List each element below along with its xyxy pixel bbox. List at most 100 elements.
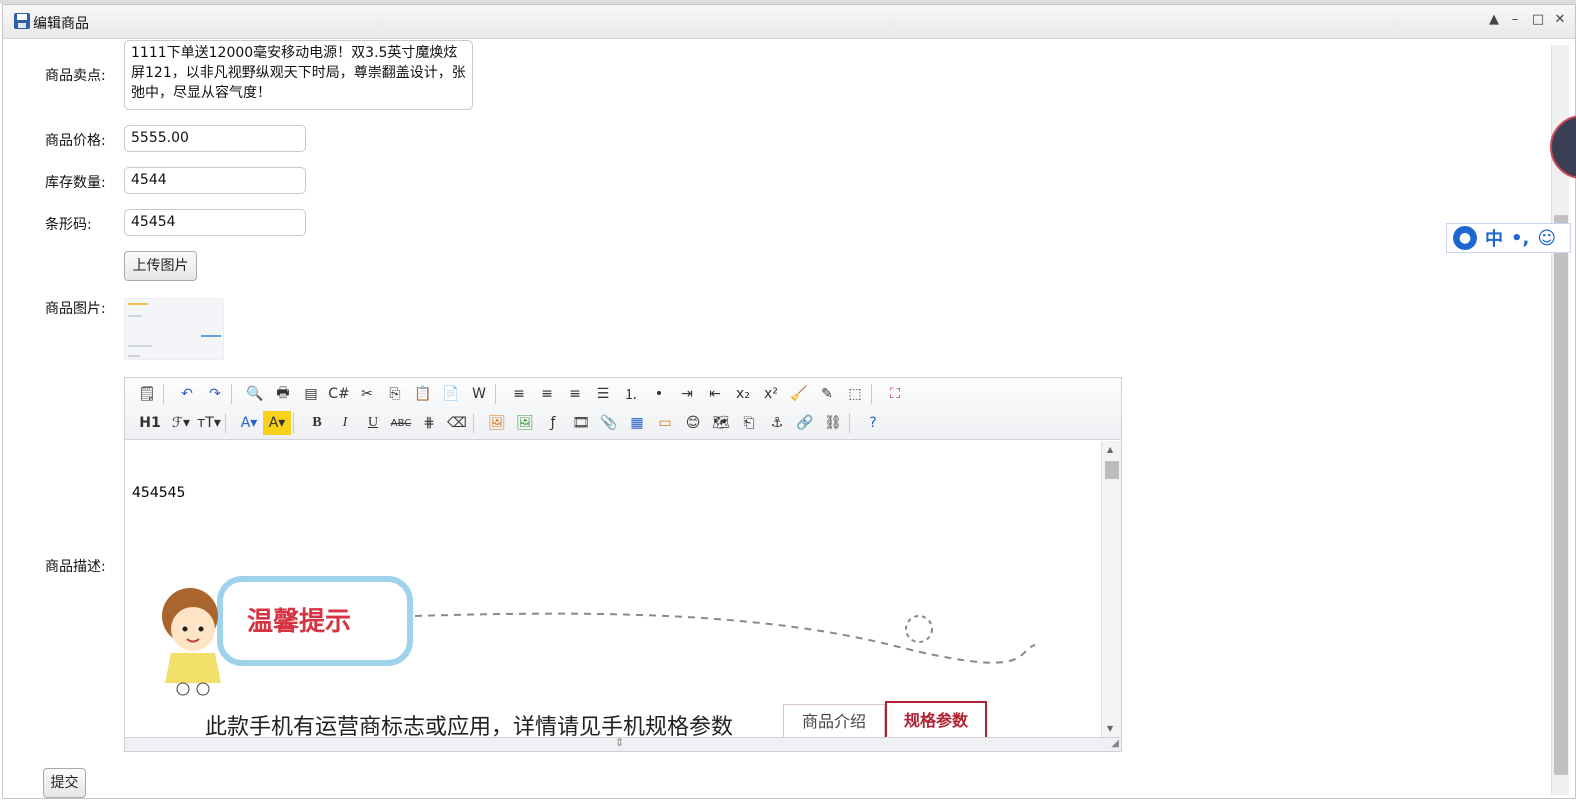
cut-icon[interactable]: ✂ xyxy=(353,382,381,406)
copy-icon[interactable]: ⎘ xyxy=(381,382,409,406)
select-all-icon[interactable]: ⬚ xyxy=(841,382,869,406)
collapse-button[interactable]: ▲ xyxy=(1485,11,1503,29)
attachment-icon[interactable]: 📎 xyxy=(595,411,623,435)
tip-text: 此款手机有运营商标志或应用，详情请见手机规格参数 xyxy=(205,715,734,737)
product-image-label: 商品图片: xyxy=(45,301,106,317)
line-height-icon[interactable]: ⋕ xyxy=(415,411,443,435)
maximize-button[interactable]: □ xyxy=(1529,11,1547,29)
unlink-icon[interactable]: ⛓ xyxy=(819,411,847,435)
stock-input[interactable]: 4544 xyxy=(124,167,306,194)
image-icon[interactable]: 🖼 xyxy=(483,411,511,435)
tab-specs: 规格参数 xyxy=(885,701,987,737)
page-break-icon[interactable]: ⎗ xyxy=(735,411,763,435)
dialog-content: 商品卖点: 1111下单送12000毫安移动电源！双3.5英寸魔焕炫屏121，以… xyxy=(13,40,1553,800)
paste-icon[interactable]: 📋 xyxy=(409,382,437,406)
ordered-list-icon[interactable]: ⒈ xyxy=(617,382,645,406)
link-icon[interactable]: 🔗 xyxy=(791,411,819,435)
dialog-scroll-thumb[interactable] xyxy=(1554,215,1568,775)
template-icon[interactable]: ▤ xyxy=(297,382,325,406)
redo-icon[interactable]: ↷ xyxy=(201,382,229,406)
underline-icon[interactable]: U xyxy=(359,411,387,435)
font-color-icon[interactable]: A▾ xyxy=(235,411,263,435)
tip-title: 温馨提示 xyxy=(247,607,352,637)
scroll-up-icon[interactable]: ▲ xyxy=(1107,445,1113,454)
editor-content-area[interactable]: 454545 温馨提示 此款手机有运营商标志或应用，详情请见手机规格参数 商品介… xyxy=(125,441,1100,737)
paste-text-icon[interactable]: 📄 xyxy=(437,382,465,406)
tab-product-intro: 商品介绍 xyxy=(783,704,885,737)
toolbar-separator xyxy=(163,384,171,404)
barcode-input[interactable]: 45454 xyxy=(124,209,306,236)
minimize-button[interactable]: – xyxy=(1506,11,1524,29)
align-right-icon[interactable]: ≡ xyxy=(561,382,589,406)
tip-banner-image: 温馨提示 此款手机有运营商标志或应用，详情请见手机规格参数 商品介绍 规格参数 xyxy=(135,571,1085,737)
subscript-icon[interactable]: x₂ xyxy=(729,382,757,406)
editor-scrollbar[interactable]: ▲ ▼ xyxy=(1101,441,1121,737)
flash-icon[interactable]: ƒ xyxy=(539,411,567,435)
horizontal-rule-icon[interactable]: ▭ xyxy=(651,411,679,435)
print-icon[interactable]: 🖶 xyxy=(269,382,297,406)
indent-icon[interactable]: ⇥ xyxy=(673,382,701,406)
align-center-icon[interactable]: ≡ xyxy=(533,382,561,406)
scroll-down-icon[interactable]: ▼ xyxy=(1107,724,1113,733)
price-input[interactable]: 5555.00 xyxy=(124,125,306,152)
multi-image-icon[interactable]: 🖼 xyxy=(511,411,539,435)
font-size-icon[interactable]: ᴛT▾ xyxy=(195,411,223,435)
submit-button[interactable]: 提交 xyxy=(43,768,86,798)
highlight-color-icon[interactable]: A▾ xyxy=(263,411,291,435)
table-icon[interactable]: ▦ xyxy=(623,411,651,435)
preview-icon[interactable]: 🔍 xyxy=(241,382,269,406)
toolbar-separator xyxy=(225,413,233,433)
bold-icon[interactable]: B xyxy=(303,411,331,435)
fullscreen-icon[interactable]: ⛶ xyxy=(881,382,909,406)
ime-punctuation-toggle[interactable]: •, xyxy=(1511,228,1529,249)
selling-point-textarea[interactable]: 1111下单送12000毫安移动电源！双3.5英寸魔焕炫屏121，以非凡视野纵观… xyxy=(124,40,473,110)
paste-word-icon[interactable]: W xyxy=(465,382,493,406)
outdent-icon[interactable]: ⇤ xyxy=(701,382,729,406)
editor-resize-bar[interactable]: ⇕ ◢ xyxy=(125,736,1121,751)
unordered-list-icon[interactable]: • xyxy=(645,382,673,406)
dialog-titlebar: 编辑商品 ▲ – □ ✕ xyxy=(3,5,1575,39)
edit-product-dialog: 编辑商品 ▲ – □ ✕ 商品卖点: 1111下单送12000毫安移动电源！双3… xyxy=(2,4,1576,799)
price-label: 商品价格: xyxy=(45,133,106,149)
justify-icon[interactable]: ☰ xyxy=(589,382,617,406)
upload-image-button[interactable]: 上传图片 xyxy=(124,251,197,281)
anchor-icon[interactable]: ⚓ xyxy=(763,411,791,435)
italic-icon[interactable]: I xyxy=(331,411,359,435)
emoticon-icon[interactable]: 😊 xyxy=(679,411,707,435)
source-icon[interactable]: 🗒 xyxy=(133,382,161,406)
map-icon[interactable]: 🗺 xyxy=(707,411,735,435)
editor-scroll-thumb[interactable] xyxy=(1105,461,1119,479)
eraser-icon[interactable]: ⌫ xyxy=(443,411,471,435)
toolbar-separator xyxy=(293,413,301,433)
ime-emoji-icon[interactable]: ☺ xyxy=(1537,228,1556,249)
align-left-icon[interactable]: ≡ xyxy=(505,382,533,406)
rich-text-editor: 🗒 ↶ ↷ 🔍 🖶 ▤ C# ✂ ⎘ 📋 📄 W ≡ ≡ ≡ ☰ ⒈ • ⇥ ⇤… xyxy=(124,377,1122,752)
editor-toolbar-row-2: H1 ℱ▾ ᴛT▾ A▾ A▾ B I U ABC ⋕ ⌫ 🖼 🖼 ƒ 🎞 📎 … xyxy=(133,410,887,436)
toolbar-separator xyxy=(495,384,503,404)
quick-format-icon[interactable]: ✎ xyxy=(813,382,841,406)
code-icon[interactable]: C# xyxy=(325,382,353,406)
dialog-title: 编辑商品 xyxy=(33,16,89,32)
font-family-icon[interactable]: ℱ▾ xyxy=(167,411,195,435)
resize-grip-icon[interactable]: ⇕ xyxy=(615,736,624,749)
toolbar-separator xyxy=(871,384,879,404)
corner-resize-icon[interactable]: ◢ xyxy=(1111,738,1119,749)
save-icon xyxy=(14,13,30,29)
stock-label: 库存数量: xyxy=(45,175,106,191)
undo-icon[interactable]: ↶ xyxy=(173,382,201,406)
heading-icon[interactable]: H1 xyxy=(133,411,167,435)
barcode-label: 条形码: xyxy=(45,217,92,233)
editor-toolbar: 🗒 ↶ ↷ 🔍 🖶 ▤ C# ✂ ⎘ 📋 📄 W ≡ ≡ ≡ ☰ ⒈ • ⇥ ⇤… xyxy=(125,378,1121,440)
ime-toolbar[interactable]: ● 中 •, ☺ xyxy=(1446,223,1571,253)
media-icon[interactable]: 🎞 xyxy=(567,411,595,435)
ime-user-icon[interactable]: ● xyxy=(1453,226,1477,250)
clear-format-icon[interactable]: 🧹 xyxy=(785,382,813,406)
close-button[interactable]: ✕ xyxy=(1551,11,1569,29)
ime-language-toggle[interactable]: 中 xyxy=(1485,225,1503,251)
product-image-thumbnail[interactable] xyxy=(124,298,224,360)
description-label: 商品描述: xyxy=(45,559,106,575)
strikethrough-icon[interactable]: ABC xyxy=(387,411,415,435)
toolbar-separator xyxy=(473,413,481,433)
help-icon[interactable]: ? xyxy=(859,411,887,435)
superscript-icon[interactable]: x² xyxy=(757,382,785,406)
